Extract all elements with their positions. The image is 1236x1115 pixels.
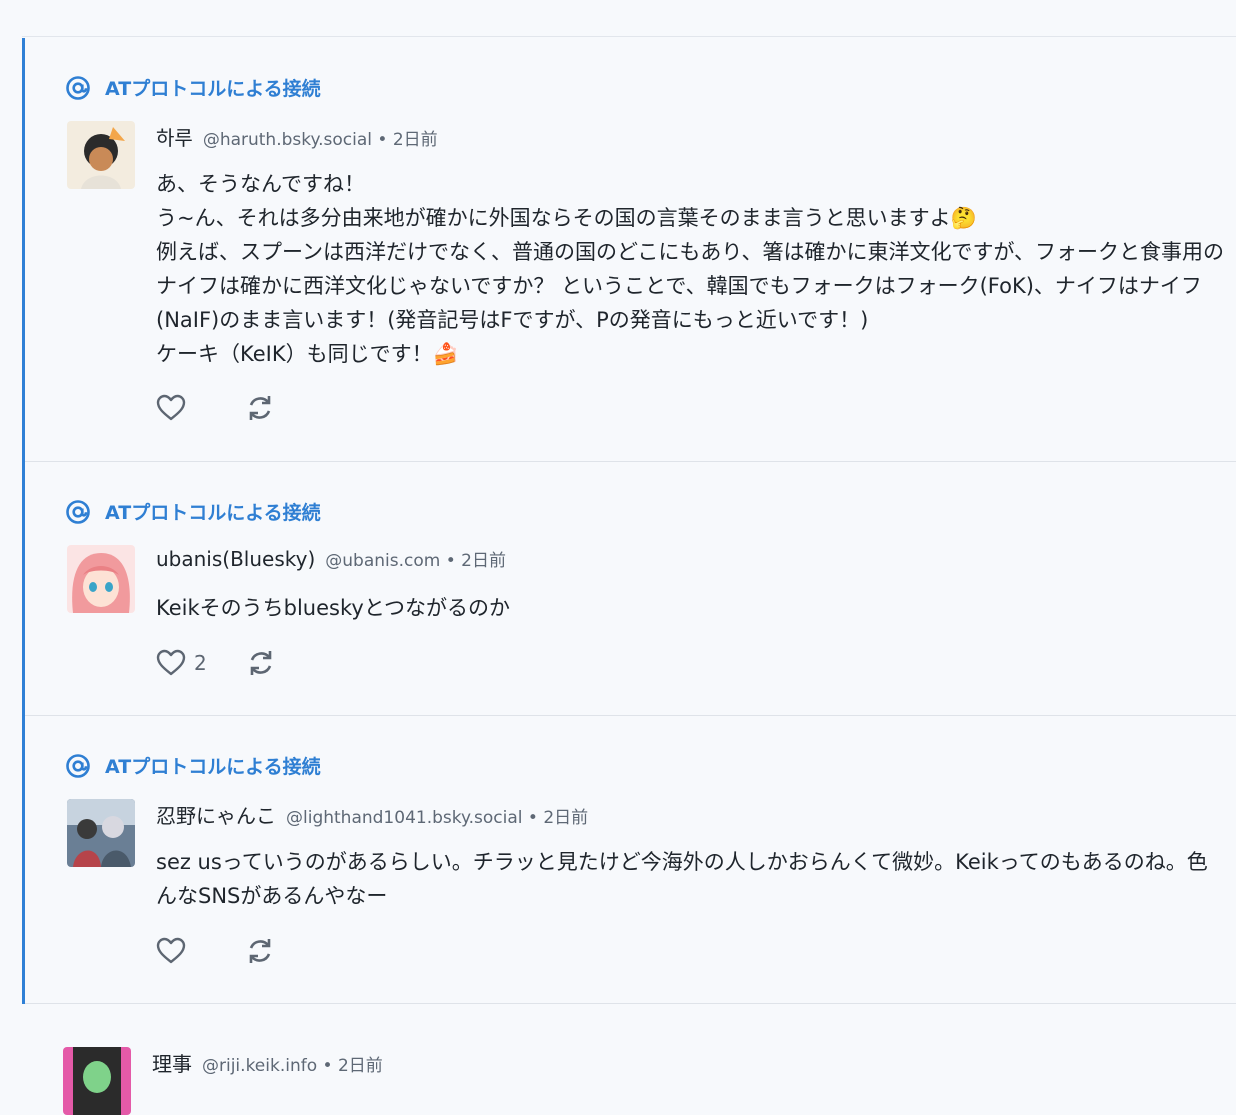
author-name[interactable]: 忍野にゃんこ [156, 800, 276, 829]
top-divider [22, 36, 1236, 37]
source-label: ATプロトコルによる接続 [105, 78, 321, 100]
author-name[interactable]: 하루 [156, 122, 193, 151]
repost-icon [247, 649, 275, 677]
avatar[interactable] [63, 1047, 131, 1115]
like-button[interactable] [156, 937, 194, 965]
avatar[interactable] [67, 121, 135, 189]
repost-button[interactable] [246, 937, 274, 965]
at-protocol-source[interactable]: ATプロトコルによる接続 [65, 74, 321, 101]
heart-icon [156, 649, 186, 677]
author-handle-time[interactable]: @ubanis.com • 2日前 [325, 546, 506, 571]
source-label: ATプロトコルによる接続 [105, 502, 321, 524]
post-text: あ、そうなんですね！ う~ん、それは多分由来地が確かに外国ならその国の言葉そのま… [156, 172, 1225, 366]
author-handle-time[interactable]: @haruth.bsky.social • 2日前 [203, 125, 438, 150]
like-button[interactable] [156, 394, 194, 422]
post-text: sez usっていうのがあるらしい。チラッと見たけど今海外の人しかおらんくて微妙… [156, 850, 1208, 908]
at-protocol-source[interactable]: ATプロトコルによる接続 [65, 498, 321, 525]
author-name[interactable]: 理事 [152, 1048, 192, 1077]
author-name[interactable]: ubanis(Bluesky) [156, 547, 315, 571]
post-actions [156, 394, 274, 422]
post-text: Keikそのうちblueskyとつながるのか [156, 596, 510, 620]
post-card: ATプロトコルによる接続 忍野にゃんこ @lighthand1041.bsky.… [22, 716, 1236, 1004]
like-count: 2 [194, 651, 207, 675]
repost-icon [246, 394, 274, 422]
author-handle-time[interactable]: @riji.keik.info • 2日前 [202, 1051, 383, 1076]
next-post-card: 理事 @riji.keik.info • 2日前 [0, 1004, 1236, 1115]
post-actions [156, 937, 274, 965]
heart-icon [156, 394, 186, 422]
at-protocol-source[interactable]: ATプロトコルによる接続 [65, 752, 321, 779]
repost-button[interactable] [246, 394, 274, 422]
like-button[interactable]: 2 [156, 649, 207, 677]
post-actions: 2 [156, 649, 275, 677]
source-label: ATプロトコルによる接続 [105, 756, 321, 778]
repost-icon [246, 937, 274, 965]
post-header: 하루 @haruth.bsky.social • 2日前 [156, 122, 438, 151]
heart-icon [156, 937, 186, 965]
at-sign-icon [65, 753, 91, 779]
post-header: 理事 @riji.keik.info • 2日前 [152, 1048, 383, 1077]
repost-button[interactable] [247, 649, 275, 677]
post-card: ATプロトコルによる接続 ubanis(Bluesky) @ubanis.com… [22, 462, 1236, 716]
at-sign-icon [65, 75, 91, 101]
author-handle-time[interactable]: @lighthand1041.bsky.social • 2日前 [286, 803, 588, 828]
at-sign-icon [65, 499, 91, 525]
post-header: 忍野にゃんこ @lighthand1041.bsky.social • 2日前 [156, 800, 588, 829]
post-header: ubanis(Bluesky) @ubanis.com • 2日前 [156, 546, 506, 571]
avatar[interactable] [67, 545, 135, 613]
post-card: ATプロトコルによる接続 하루 @haruth.bsky.social • 2日… [22, 38, 1236, 462]
avatar[interactable] [67, 799, 135, 867]
